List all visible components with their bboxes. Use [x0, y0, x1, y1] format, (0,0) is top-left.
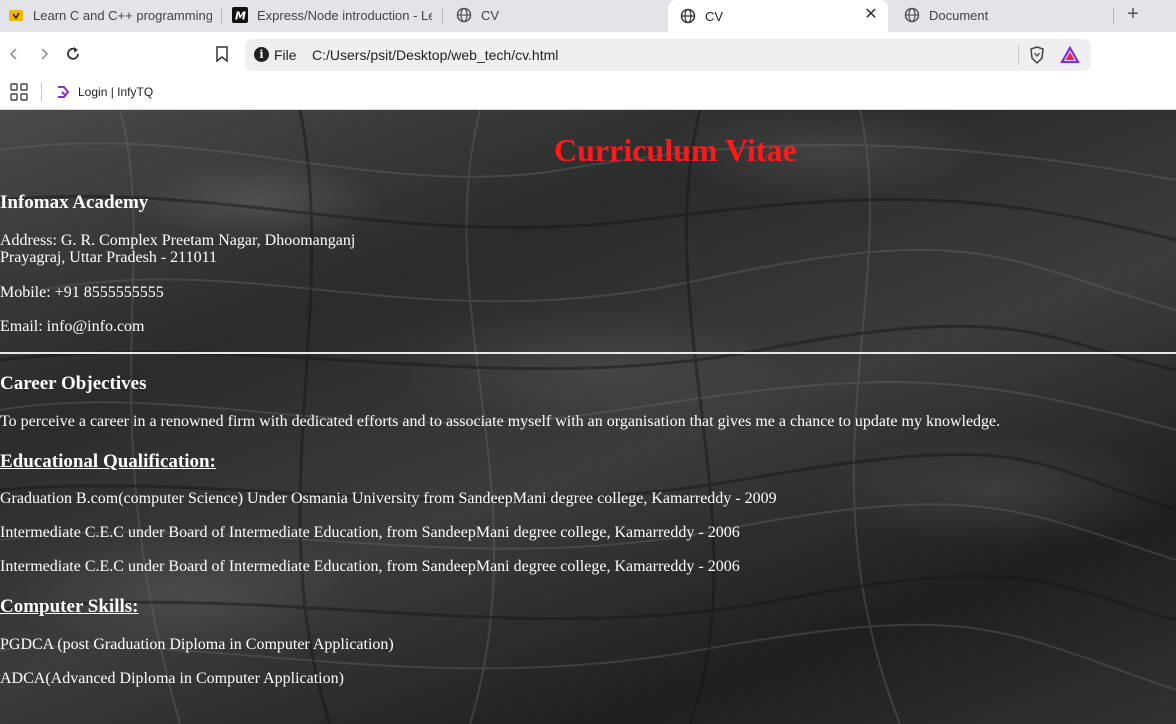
globe-icon [456, 7, 472, 23]
tab-title: Express/Node introduction - Lear [257, 7, 432, 23]
career-heading: Career Objectives [0, 373, 147, 394]
tab-strip: Learn C and C++ programming la M Express… [0, 0, 1176, 32]
tab-cv-active[interactable]: CV ✕ [668, 0, 888, 32]
learn-c-icon [8, 7, 24, 23]
tab-title: Document [929, 7, 989, 23]
address-line-1: Address: G. R. Complex Preetam Nagar, Dh… [0, 232, 356, 249]
skill-item: PGDCA (post Graduation Diploma in Comput… [0, 636, 394, 653]
bookmarks-divider [41, 82, 42, 102]
cv-page: Curriculum Vitae Infomax Academy Address… [0, 110, 1176, 724]
tab-divider [1113, 8, 1114, 24]
svg-text:M: M [235, 10, 246, 23]
new-tab-icon[interactable]: + [1122, 4, 1144, 26]
tab-learn-c[interactable]: Learn C and C++ programming la [0, 0, 212, 30]
back-icon[interactable] [4, 44, 24, 64]
url-text[interactable]: C:/Users/psit/Desktop/web_tech/cv.html [312, 47, 558, 63]
tab-title: CV [705, 8, 724, 24]
close-tab-icon[interactable]: ✕ [862, 6, 880, 24]
bookmark-infytq[interactable]: Login | InfyTQ [55, 81, 153, 103]
brave-shield-icon[interactable] [1027, 45, 1047, 65]
address-line-2: Prayagraj, Uttar Pradesh - 211011 [0, 249, 217, 266]
apps-grid-icon[interactable] [10, 83, 28, 101]
education-item: Intermediate C.E.C under Board of Interm… [0, 524, 740, 541]
tab-divider [442, 8, 443, 24]
cv-title: Curriculum Vitae [554, 132, 797, 168]
bookmarks-bar: Login | InfyTQ [0, 78, 1176, 110]
reload-icon[interactable] [63, 44, 83, 64]
career-text: To perceive a career in a renowned firm … [0, 413, 1001, 430]
mobile-text: Mobile: +91 8555555555 [0, 284, 164, 301]
address-bar[interactable]: i File C:/Users/psit/Desktop/web_tech/cv… [245, 39, 1091, 71]
globe-icon [904, 7, 920, 23]
skills-heading: Computer Skills: [0, 596, 139, 617]
email-text: Email: info@info.com [0, 318, 145, 335]
section-divider [0, 352, 1176, 354]
skill-item: ADCA(Advanced Diploma in Computer Applic… [0, 670, 344, 687]
globe-icon [680, 8, 696, 24]
scheme-label: File [274, 47, 297, 63]
brave-rewards-icon[interactable] [1060, 45, 1080, 65]
browser-toolbar: i File C:/Users/psit/Desktop/web_tech/cv… [0, 32, 1176, 78]
education-heading: Educational Qualification: [0, 451, 216, 472]
infytq-icon [55, 84, 71, 100]
tab-title: Learn C and C++ programming la [33, 7, 212, 23]
institution-heading: Infomax Academy [0, 192, 149, 213]
forward-icon[interactable] [34, 44, 54, 64]
tab-divider [221, 8, 222, 24]
cv-content: Curriculum Vitae Infomax Academy Address… [0, 110, 1176, 724]
education-item: Intermediate C.E.C under Board of Interm… [0, 558, 740, 575]
tab-express-node[interactable]: M Express/Node introduction - Lear [228, 0, 432, 30]
tab-document[interactable]: Document [896, 0, 1106, 30]
bookmark-label: Login | InfyTQ [78, 85, 154, 99]
education-item: Graduation B.com(computer Science) Under… [0, 490, 777, 507]
info-icon[interactable]: i [254, 47, 269, 62]
tab-title: CV [481, 7, 500, 23]
tab-cv[interactable]: CV [452, 0, 652, 30]
bookmark-icon[interactable] [212, 44, 232, 64]
mdn-icon: M [232, 7, 248, 23]
address-divider [1018, 45, 1019, 65]
